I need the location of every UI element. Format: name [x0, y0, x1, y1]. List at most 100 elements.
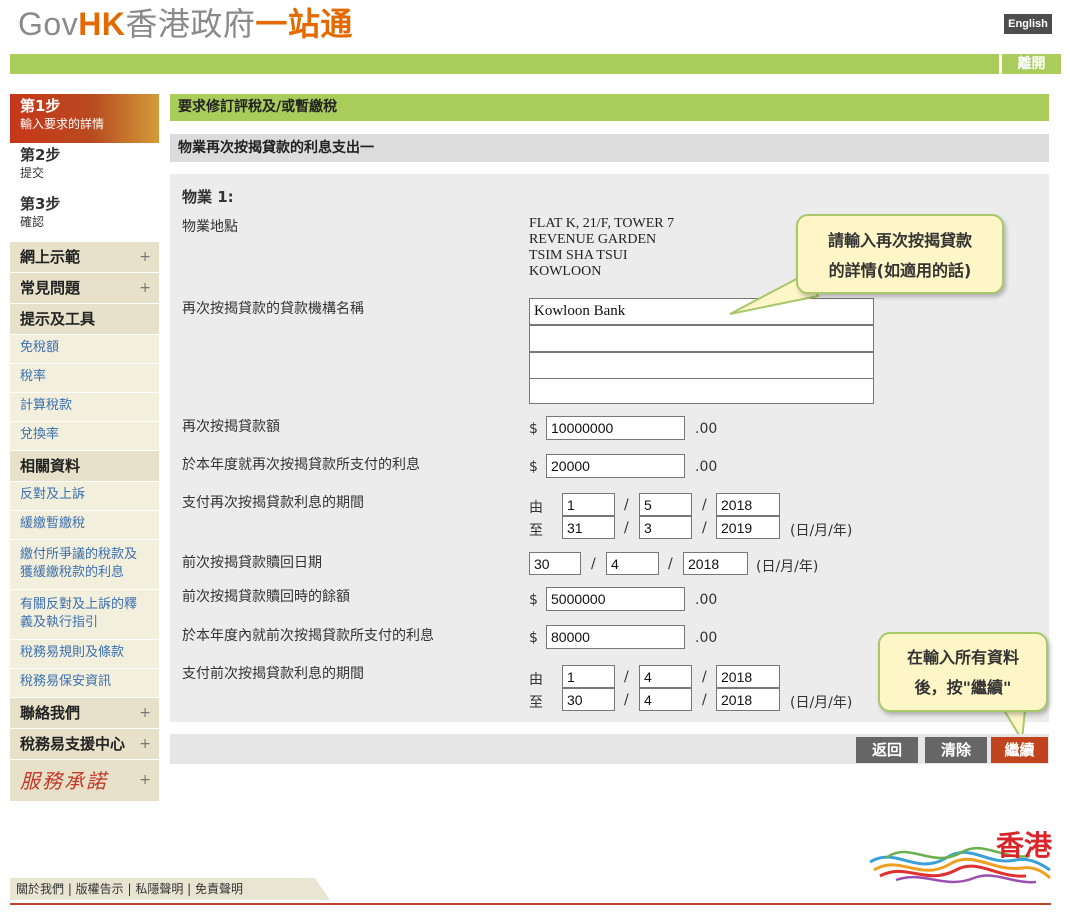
redeem-day[interactable] [529, 552, 581, 575]
back-button[interactable]: 返回 [856, 737, 918, 763]
brand-hk-logo: 香港 [866, 829, 1052, 890]
amount-input[interactable] [546, 416, 685, 440]
period-to-year[interactable] [716, 516, 780, 539]
step-2-title: 第2步 [20, 146, 61, 164]
dollar-sign: $ [529, 592, 538, 608]
menu-tax-rates[interactable]: 稅率 [10, 363, 159, 392]
continue-tip-callout: 在輸入所有資料 後，按"繼續" [878, 632, 1048, 712]
menu-contact[interactable]: 聯絡我們 + [10, 697, 159, 728]
step-3: 第3步 確認 [10, 192, 159, 241]
expand-icon: + [139, 280, 151, 296]
redeem-year[interactable] [683, 552, 748, 575]
menu-faq[interactable]: 常見問題 + [10, 272, 159, 303]
english-button[interactable]: English [1004, 14, 1052, 34]
to-label: 至 [529, 523, 543, 539]
menu-holdover[interactable]: 緩繳暫繳稅 [10, 510, 159, 539]
menu-guide[interactable]: 有關反對及上訴的釋義及執行指引 [10, 589, 159, 639]
menu-demo-label: 網上示範 [20, 248, 81, 266]
pledge-logo: 服務承諾 [20, 769, 108, 793]
slash: / [624, 497, 629, 513]
lender-tip-line-2: 的詳情(如適用的話) [828, 261, 972, 280]
lender-tip-line-1: 請輸入再次按揭貸款 [827, 231, 972, 250]
menu-allowances[interactable]: 免稅額 [10, 334, 159, 363]
address-value: FLAT K, 21/F, TOWER 7 REVENUE GARDEN TSI… [529, 216, 675, 279]
period-to-day[interactable] [562, 516, 615, 539]
prev-period-to-day[interactable] [562, 688, 615, 711]
step-2: 第2步 提交 [10, 143, 159, 192]
redeem-month[interactable] [606, 552, 659, 575]
property-title: 物業 1: [182, 188, 234, 206]
slash: / [591, 556, 596, 572]
menu-interest-on-tax[interactable]: 繳付所爭議的稅款及獲緩繳稅款的利息 [10, 539, 159, 589]
menu-objection[interactable]: 反對及上訴 [10, 481, 159, 510]
period-from-year[interactable] [716, 493, 780, 516]
date-format-hint: (日/月/年) [756, 559, 819, 575]
prev-interest-label: 於本年度內就前次按揭貸款所支付的利息 [182, 628, 434, 644]
continue-tip-line-1: 在輸入所有資料 [906, 648, 1019, 667]
cents-label: .00 [695, 421, 718, 437]
menu-pledge[interactable]: 服務承諾 + [10, 759, 159, 801]
menu-tips-label: 提示及工具 [20, 310, 96, 328]
period-from-day[interactable] [562, 493, 615, 516]
period-to-month[interactable] [639, 516, 692, 539]
lender-name-line-4[interactable] [529, 378, 874, 404]
menu-support[interactable]: 稅務易支援中心 + [10, 728, 159, 759]
continue-button[interactable]: 繼續 [991, 737, 1048, 763]
step-3-subtitle: 確認 [20, 215, 45, 229]
date-format-hint: (日/月/年) [790, 695, 853, 711]
top-bar: 離開 [10, 54, 1061, 74]
expand-icon: + [139, 772, 151, 788]
step-1-title: 第1步 [20, 97, 61, 115]
step-1-subtitle: 輸入要求的詳情 [20, 117, 105, 131]
prev-period-from-day[interactable] [562, 665, 615, 688]
address-label: 物業地點 [182, 219, 238, 235]
page-title: 要求修訂評稅及/或暫繳稅 [170, 94, 1049, 121]
slash: / [702, 669, 707, 685]
section-title: 物業再次按揭貸款的利息支出一 [170, 134, 1049, 162]
footer-divider [10, 903, 1051, 905]
menu-demo[interactable]: 網上示範 + [10, 241, 159, 272]
prev-period-label: 支付前次按揭貸款利息的期間 [182, 666, 364, 682]
slash: / [702, 692, 707, 708]
sidebar: 第1步 輸入要求的詳情 第2步 提交 第3步 確認 網上示範 + 常見問題 + 提示… [10, 94, 159, 801]
lender-label: 再次按揭貸款的貸款機構名稱 [182, 301, 364, 317]
menu-exchange[interactable]: 兌換率 [10, 421, 159, 450]
slash: / [668, 556, 673, 572]
date-format-hint: (日/月/年) [790, 523, 853, 539]
menu-support-label: 稅務易支援中心 [20, 735, 126, 753]
logo-gov: Gov [18, 6, 79, 42]
expand-icon: + [139, 705, 151, 721]
lender-name-line-3[interactable] [529, 352, 874, 379]
menu-related-heading: 相關資料 [10, 450, 159, 481]
interest-input[interactable] [546, 454, 685, 478]
clear-button[interactable]: 清除 [925, 737, 987, 763]
expand-icon: + [139, 736, 151, 752]
lender-name-line-1[interactable] [529, 298, 874, 325]
menu-contact-label: 聯絡我們 [20, 704, 81, 722]
lender-name-line-2[interactable] [529, 325, 874, 352]
lender-tip-callout: 請輸入再次按揭貸款 的詳情(如適用的話) [796, 214, 1004, 294]
balance-input[interactable] [546, 587, 685, 611]
to-label: 至 [529, 695, 543, 711]
prev-period-from-month[interactable] [639, 665, 692, 688]
button-bar: 返回 清除 繼續 [170, 734, 1049, 764]
slash: / [624, 520, 629, 536]
menu-faq-label: 常見問題 [20, 279, 81, 297]
cents-label: .00 [695, 592, 718, 608]
from-label: 由 [529, 672, 543, 688]
menu-security[interactable]: 稅務易保安資訊 [10, 668, 159, 697]
period-from-month[interactable] [639, 493, 692, 516]
prev-interest-input[interactable] [546, 625, 685, 649]
menu-related-label: 相關資料 [20, 457, 81, 475]
prev-period-to-month[interactable] [639, 688, 692, 711]
menu-terms[interactable]: 稅務易規則及條款 [10, 639, 159, 668]
interest-label: 於本年度就再次按揭貸款所支付的利息 [182, 457, 420, 473]
amount-label: 再次按揭貸款額 [182, 419, 280, 435]
footer-links[interactable]: 關於我們 | 版權告示 | 私隱聲明 | 免責聲明 [10, 878, 330, 900]
exit-button[interactable]: 離開 [999, 54, 1061, 74]
prev-period-from-year[interactable] [716, 665, 780, 688]
menu-tax-calc[interactable]: 計算稅款 [10, 392, 159, 421]
prev-period-to-year[interactable] [716, 688, 780, 711]
dollar-sign: $ [529, 630, 538, 646]
govhk-logo[interactable]: GovHK香港政府一站通 [18, 4, 353, 44]
